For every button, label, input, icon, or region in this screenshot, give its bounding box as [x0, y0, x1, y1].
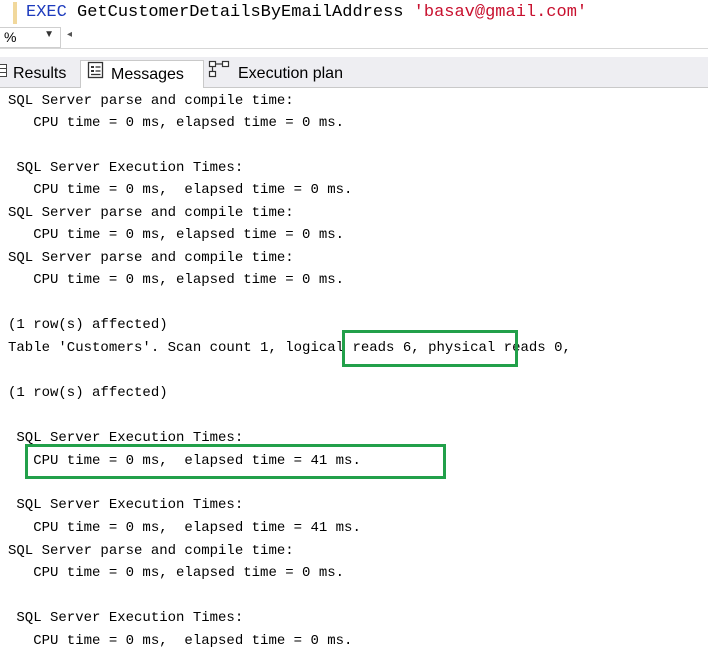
message-line: CPU time = 0 ms, elapsed time = 41 ms. — [8, 520, 361, 536]
message-line: SQL Server Execution Times: — [8, 610, 244, 626]
message-line: CPU time = 0 ms, elapsed time = 0 ms. — [8, 227, 345, 243]
message-line: CPU time = 0 ms, elapsed time = 0 ms. — [8, 272, 345, 288]
query-editor[interactable]: EXEC GetCustomerDetailsByEmailAddress 'b… — [0, 0, 708, 26]
tab-results[interactable]: Results — [0, 60, 72, 87]
tab-execution-plan[interactable]: Execution plan — [206, 60, 343, 87]
message-line: CPU time = 0 ms, elapsed time = 0 ms. — [8, 182, 353, 198]
logical-reads-highlight — [342, 330, 518, 367]
message-line: SQL Server Execution Times: — [8, 497, 244, 513]
procedure-argument: 'basav@gmail.com' — [413, 3, 588, 22]
message-line: SQL Server parse and compile time: — [8, 93, 294, 109]
results-tabs: Results Messages Execution plan — [0, 57, 708, 89]
message-line: SQL Server Execution Times: — [8, 160, 244, 176]
procedure-name: GetCustomerDetailsByEmailAddress — [77, 3, 404, 22]
chevron-down-icon[interactable]: ▼ — [44, 29, 54, 40]
message-line: (1 row(s) affected) — [8, 385, 168, 401]
current-line-marker — [13, 2, 17, 24]
message-line: SQL Server parse and compile time: — [8, 250, 294, 266]
messages-icon — [87, 61, 105, 88]
message-line: CPU time = 0 ms, elapsed time = 0 ms. — [8, 115, 345, 131]
zoom-value: % — [4, 29, 17, 45]
elapsed-time-highlight — [25, 444, 446, 479]
tab-messages[interactable]: Messages — [80, 60, 204, 89]
message-line: CPU time = 0 ms, elapsed time = 0 ms. — [8, 565, 345, 581]
message-line: (1 row(s) affected) — [8, 317, 168, 333]
zoom-bar: % ▼ ◂ — [0, 26, 708, 49]
message-line: CPU time = 0 ms, elapsed time = 0 ms. — [8, 633, 353, 649]
message-line: SQL Server parse and compile time: — [8, 543, 294, 559]
tab-messages-label: Messages — [111, 66, 184, 83]
tab-results-label: Results — [13, 65, 67, 82]
zoom-dropdown[interactable]: % ▼ — [0, 27, 61, 48]
message-line: SQL Server parse and compile time: — [8, 205, 294, 221]
tab-execution-plan-label: Execution plan — [238, 65, 343, 82]
scroll-left-icon[interactable]: ◂ — [67, 29, 81, 45]
execution-plan-icon — [208, 60, 232, 87]
messages-panel[interactable]: SQL Server parse and compile time: CPU t… — [0, 88, 708, 652]
query-text[interactable]: EXEC GetCustomerDetailsByEmailAddress 'b… — [26, 0, 587, 26]
exec-keyword: EXEC — [26, 3, 67, 22]
grid-icon — [0, 60, 7, 87]
